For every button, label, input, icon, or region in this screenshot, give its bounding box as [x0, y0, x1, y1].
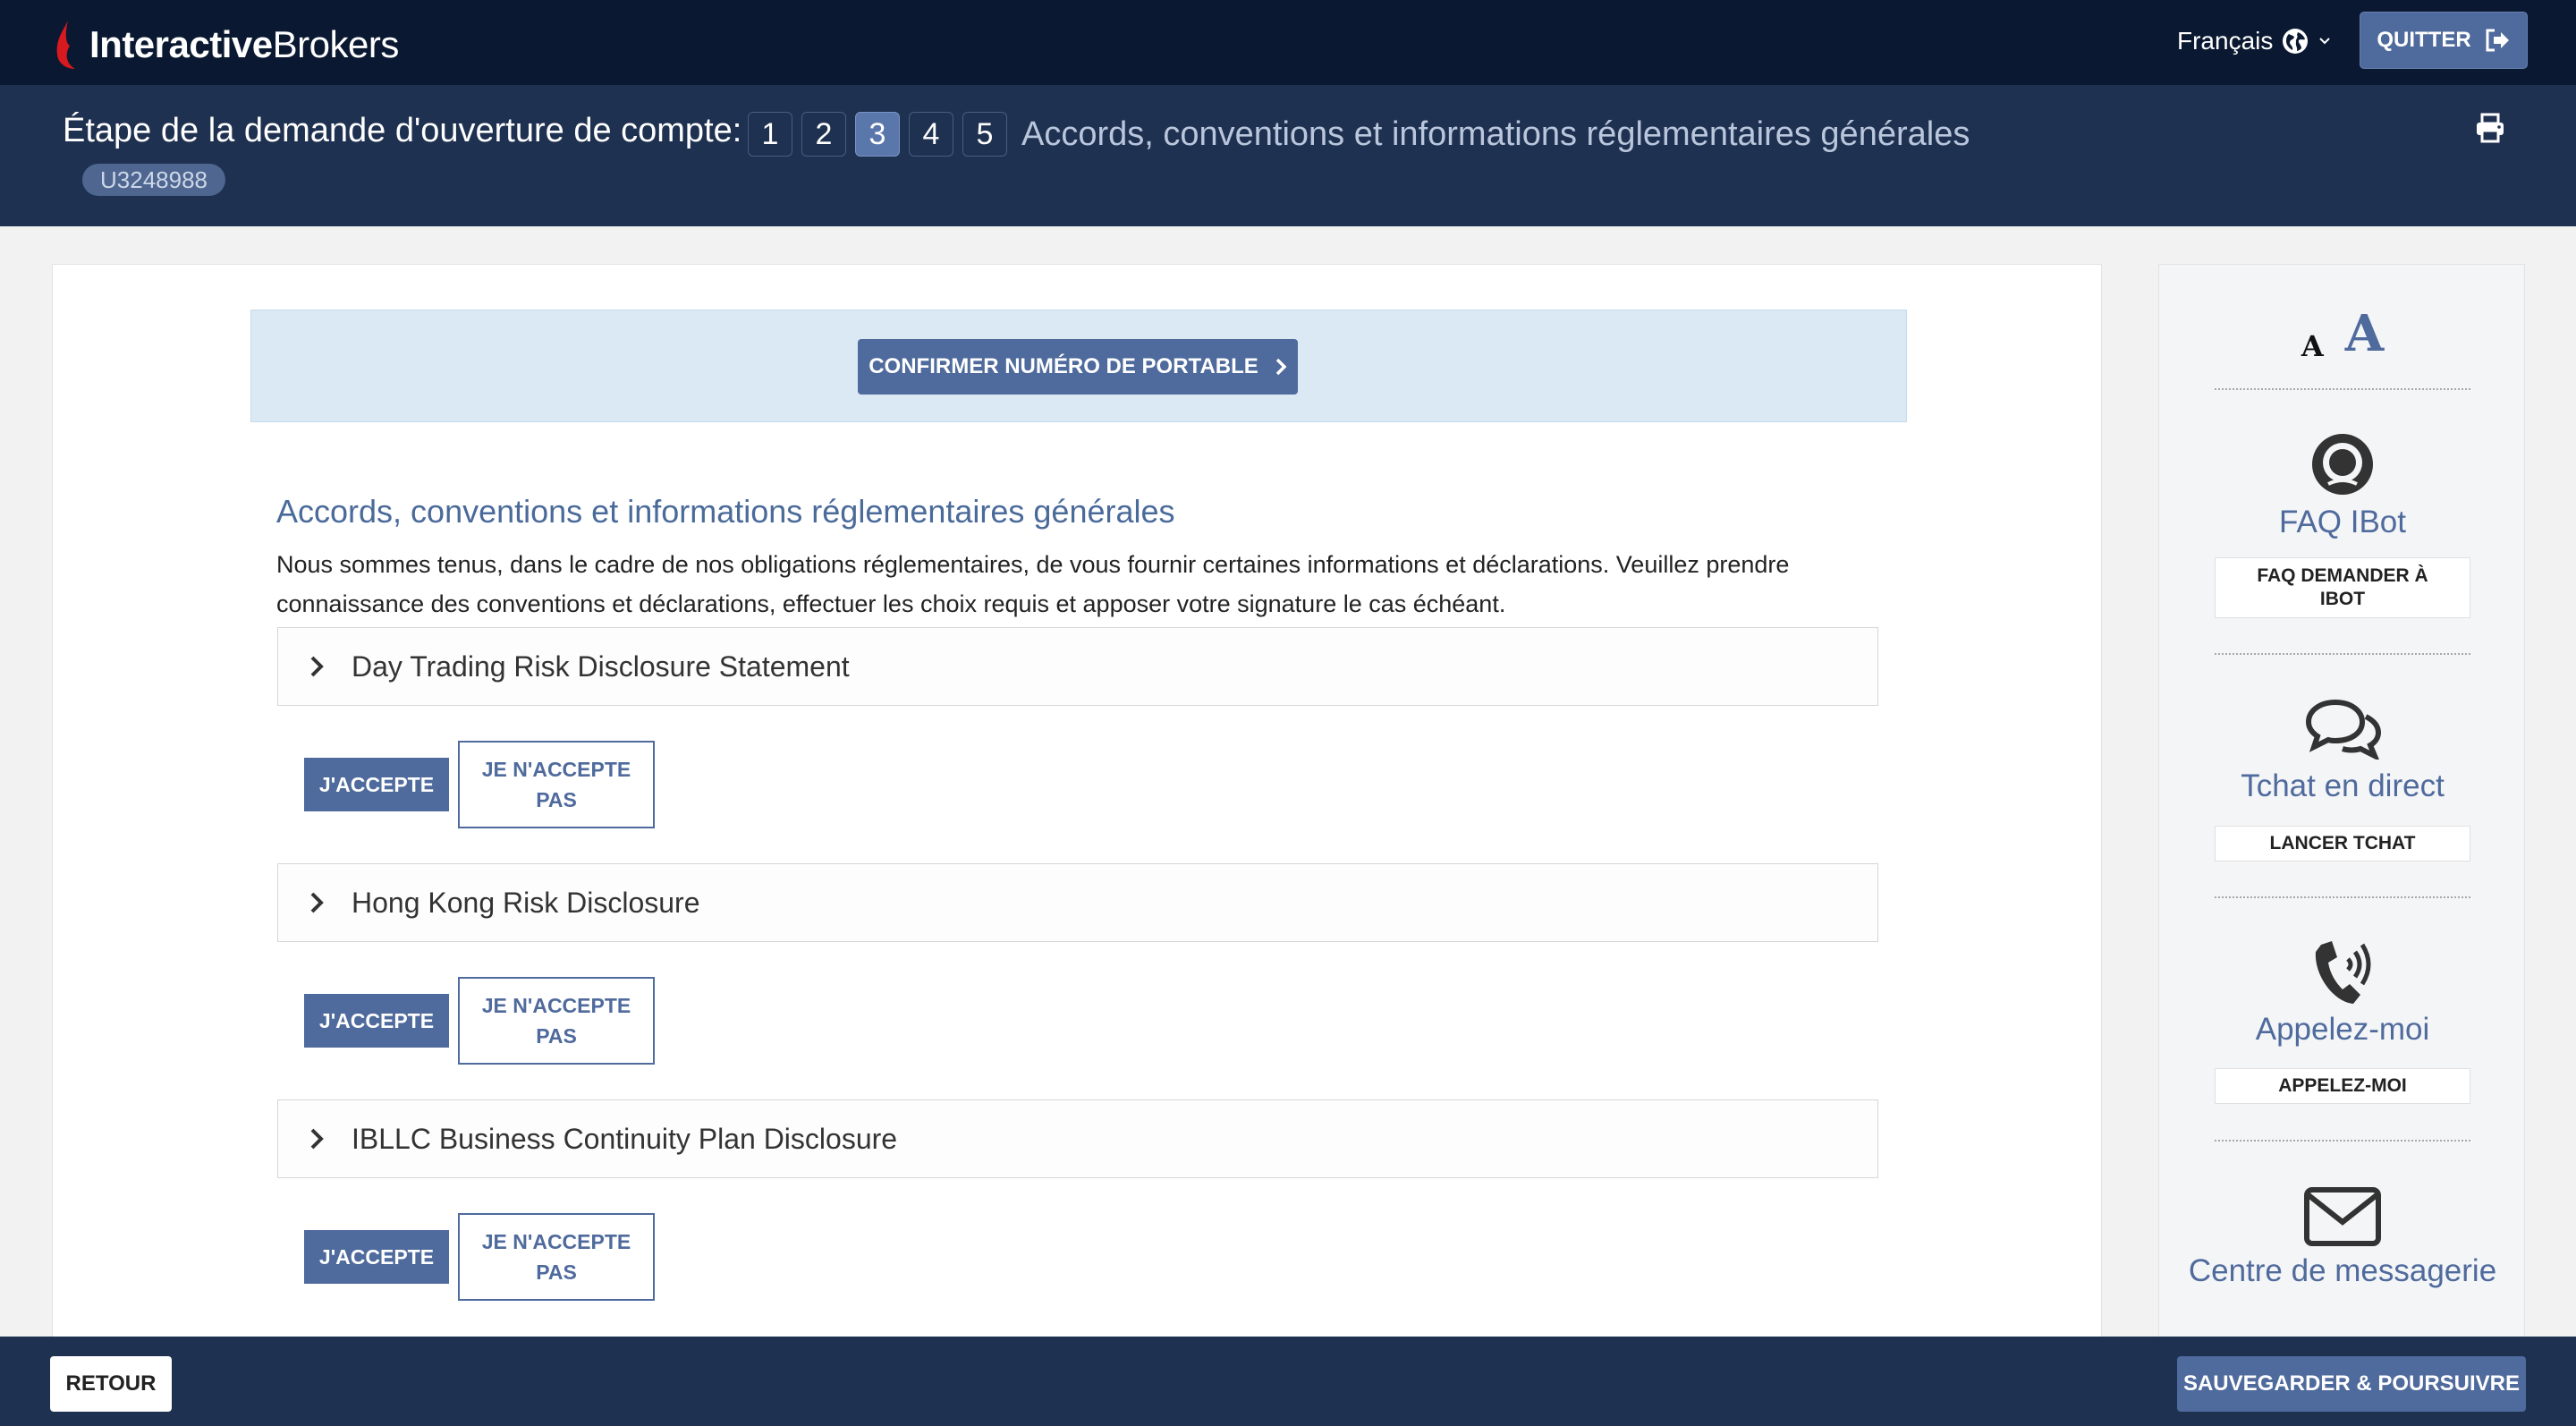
step-1[interactable]: 1 — [748, 112, 792, 157]
globe-icon — [2283, 29, 2309, 54]
disclosure-title: Day Trading Risk Disclosure Statement — [352, 649, 850, 683]
main-panel: CONFIRMER NUMÉRO DE PORTABLE Accords, co… — [52, 264, 2102, 1337]
chat-bubbles-icon[interactable] — [2303, 697, 2382, 760]
faq-ask-ibot-button[interactable]: FAQ DEMANDER À IBOT — [2215, 557, 2470, 618]
logout-icon — [2486, 29, 2509, 52]
chevron-right-icon — [1275, 358, 1287, 376]
phone-icon-wrap — [2159, 936, 2526, 1013]
ibot-icon[interactable] — [2309, 430, 2377, 498]
chat-icon-wrap — [2159, 697, 2526, 760]
divider — [2215, 653, 2470, 655]
help-sidebar: A A FAQ IBot FAQ DEMANDER À IBOT Tchat e… — [2158, 264, 2525, 1337]
faq-ibot-label[interactable]: FAQ IBot — [2159, 500, 2526, 545]
language-label: Français — [2177, 27, 2274, 55]
quit-button[interactable]: QUITTER — [2360, 12, 2528, 69]
section-description: Nous sommes tenus, dans le cadre de nos … — [276, 551, 1790, 617]
disclosure-accordion-day-trading[interactable]: Day Trading Risk Disclosure Statement — [277, 627, 1878, 706]
phone-icon[interactable] — [2307, 936, 2378, 1013]
divider — [2215, 896, 2470, 898]
envelope-icon[interactable] — [2303, 1186, 2382, 1247]
step-5[interactable]: 5 — [962, 112, 1007, 157]
divider — [2215, 388, 2470, 390]
divider — [2215, 1140, 2470, 1142]
step-title: Étape de la demande d'ouverture de compt… — [63, 112, 742, 149]
confirm-phone-button[interactable]: CONFIRMER NUMÉRO DE PORTABLE — [858, 339, 1298, 395]
start-chat-button[interactable]: LANCER TCHAT — [2215, 826, 2470, 862]
message-center-label[interactable]: Centre de messagerie — [2159, 1249, 2526, 1294]
step-4[interactable]: 4 — [909, 112, 953, 157]
ib-flame-icon — [56, 21, 75, 69]
bottom-bar: RETOUR SAUVEGARDER & POURSUIVRE — [0, 1337, 2576, 1426]
account-id-badge: U3248988 — [82, 164, 225, 196]
current-step-name: Accords, conventions et informations rég… — [1021, 115, 1970, 153]
confirm-phone-label: CONFIRMER NUMÉRO DE PORTABLE — [869, 354, 1258, 378]
accept-button-business-continuity[interactable]: J'ACCEPTE — [304, 1230, 449, 1284]
decline-button-hong-kong[interactable]: JE N'ACCEPTE PAS — [458, 977, 655, 1065]
step-3-active[interactable]: 3 — [855, 112, 900, 157]
accept-button-day-trading[interactable]: J'ACCEPTE — [304, 758, 449, 811]
top-bar: InteractiveBrokers Français QUITTER — [0, 0, 2576, 85]
disclosure-accordion-business-continuity[interactable]: IBLLC Business Continuity Plan Disclosur… — [277, 1099, 1878, 1178]
step-bar: Étape de la demande d'ouverture de compt… — [0, 85, 2576, 226]
call-me-label[interactable]: Appelez-moi — [2159, 1007, 2526, 1052]
step-2[interactable]: 2 — [801, 112, 846, 157]
print-icon[interactable] — [2474, 112, 2506, 144]
logo-text: InteractiveBrokers — [89, 23, 399, 65]
section-title: Accords, conventions et informations rég… — [276, 493, 1175, 530]
accept-button-hong-kong[interactable]: J'ACCEPTE — [304, 994, 449, 1048]
font-size-small-button[interactable]: A — [2301, 329, 2324, 363]
chevron-down-icon — [2319, 38, 2331, 45]
chevron-right-icon — [310, 1128, 324, 1150]
language-selector[interactable]: Français — [2177, 23, 2332, 59]
call-me-button[interactable]: APPELEZ-MOI — [2215, 1068, 2470, 1104]
ibot-icon-wrap — [2159, 430, 2526, 498]
chevron-right-icon — [310, 656, 324, 677]
chevron-right-icon — [310, 892, 324, 913]
decline-button-day-trading[interactable]: JE N'ACCEPTE PAS — [458, 741, 655, 828]
step-indicator: 1 2 3 4 5 — [748, 112, 1007, 157]
decline-button-business-continuity[interactable]: JE N'ACCEPTE PAS — [458, 1213, 655, 1301]
save-continue-button[interactable]: SAUVEGARDER & POURSUIVRE — [2177, 1356, 2526, 1412]
font-size-large-button[interactable]: A — [2345, 304, 2384, 363]
back-button[interactable]: RETOUR — [50, 1356, 172, 1412]
envelope-icon-wrap — [2159, 1186, 2526, 1247]
disclosure-title: Hong Kong Risk Disclosure — [352, 886, 700, 919]
disclosure-title: IBLLC Business Continuity Plan Disclosur… — [352, 1122, 898, 1155]
quit-label: QUITTER — [2377, 28, 2471, 52]
live-chat-label[interactable]: Tchat en direct — [2159, 764, 2526, 809]
font-size-control: A A — [2159, 301, 2526, 363]
disclosure-accordion-hong-kong[interactable]: Hong Kong Risk Disclosure — [277, 863, 1878, 942]
ib-logo[interactable]: InteractiveBrokers — [54, 16, 399, 73]
confirm-phone-banner: CONFIRMER NUMÉRO DE PORTABLE — [250, 310, 1907, 422]
